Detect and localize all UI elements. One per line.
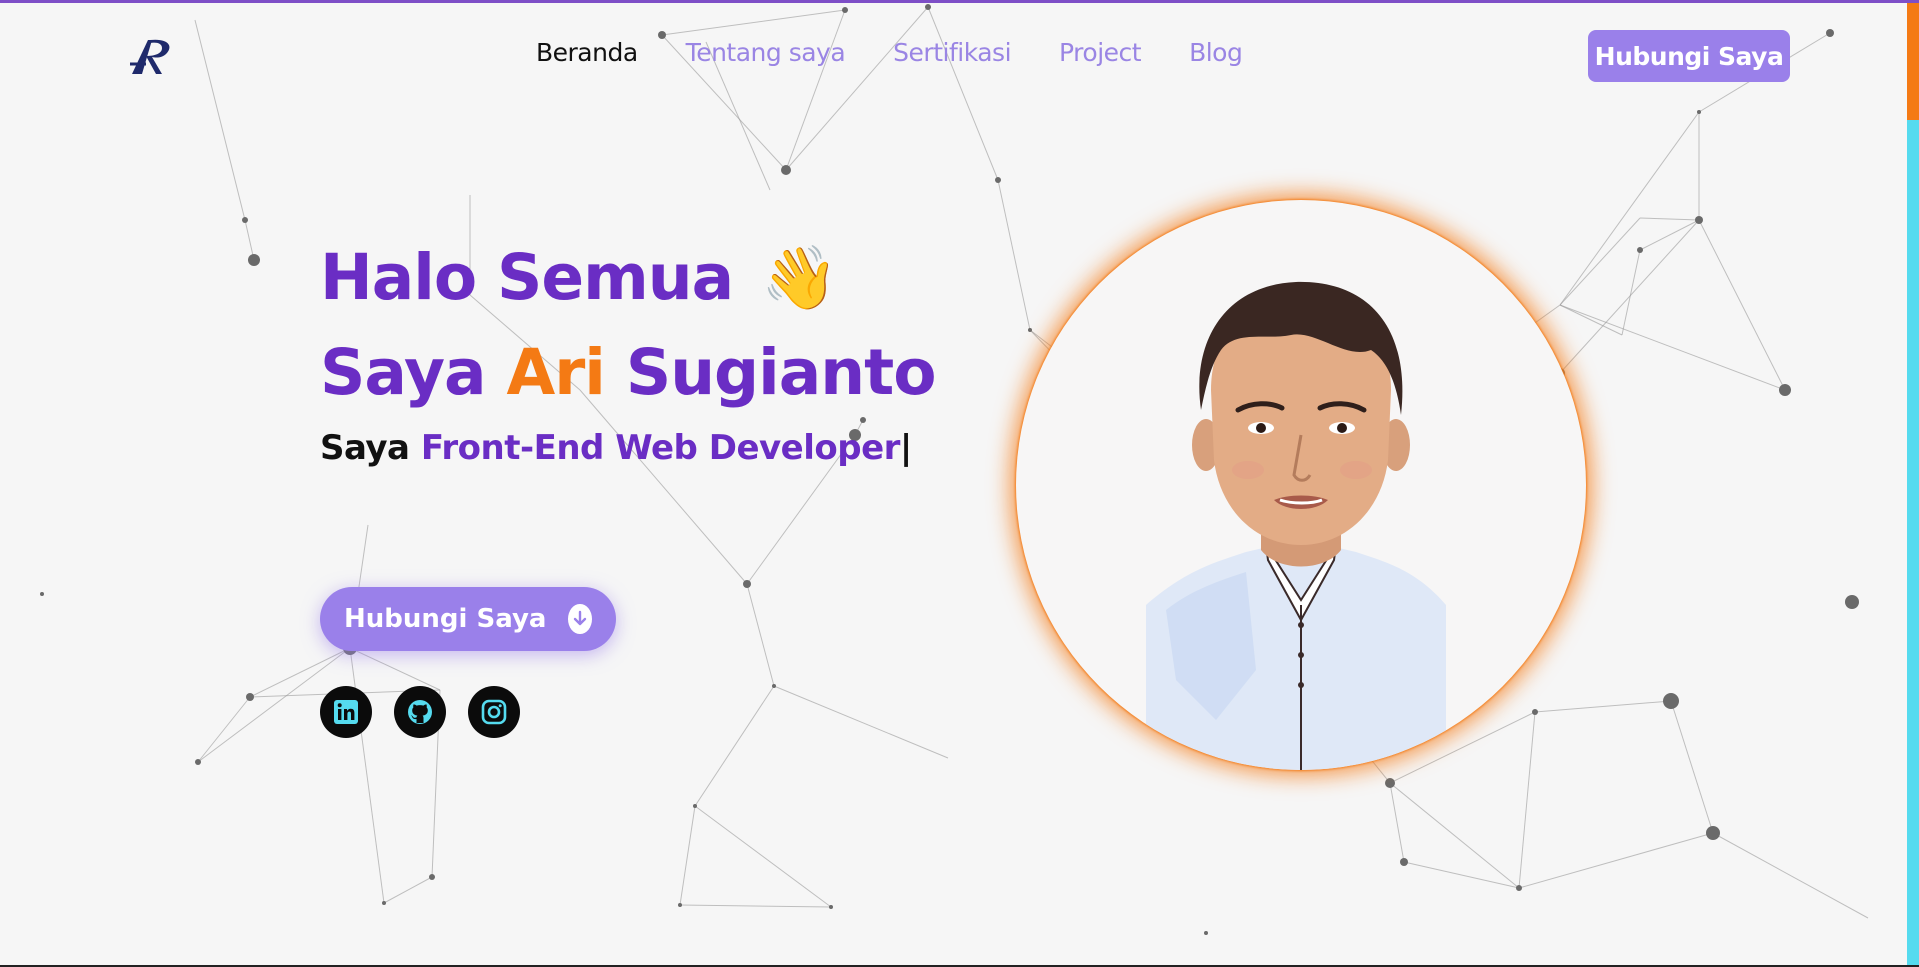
hero-heading: Halo Semua 👋 Saya Ari Sugianto [320,230,937,420]
linkedin-link[interactable] [320,686,372,738]
github-icon [408,700,432,724]
first-name: Ari [506,336,605,409]
main-nav: Beranda Tentang saya Sertifikasi Project… [536,38,1243,67]
nav-item-blog[interactable]: Blog [1189,38,1243,67]
greeting-text: Halo Semua [320,241,734,314]
nav-item-project[interactable]: Project [1059,38,1142,67]
typing-cursor: | [899,428,912,468]
last-name: Sugianto [625,336,937,409]
profile-avatar [1016,200,1586,770]
particle-network-background [40,4,1869,935]
profile-illustration [1146,281,1446,770]
nav-item-beranda[interactable]: Beranda [536,38,638,67]
role-prefix: Saya [320,428,410,468]
contact-button-header[interactable]: Hubungi Saya [1588,30,1790,82]
intro-prefix: Saya [320,336,487,409]
scrollbar-thumb[interactable] [1907,3,1919,120]
nav-item-sertifikasi[interactable]: Sertifikasi [893,38,1011,67]
scrollbar-track[interactable] [1907,3,1919,965]
github-link[interactable] [394,686,446,738]
nav-item-tentang-saya[interactable]: Tentang saya [686,38,846,67]
brand-logo[interactable] [128,34,180,78]
ar-monogram-icon [130,39,170,74]
contact-button-hero[interactable]: Hubungi Saya [320,587,616,651]
social-links [320,686,520,738]
linkedin-icon [334,700,358,724]
waving-hand-icon: 👋 [761,241,838,314]
name-line: Saya Ari Sugianto [320,325,937,420]
role-line: Saya Front-End Web Developer| [320,428,912,468]
greeting-line: Halo Semua 👋 [320,230,936,325]
instagram-icon [481,699,507,725]
instagram-link[interactable] [468,686,520,738]
role-title: Front-End Web Developer [420,428,901,468]
arrow-down-circle-icon [568,604,592,634]
contact-button-label: Hubungi Saya [344,604,547,634]
